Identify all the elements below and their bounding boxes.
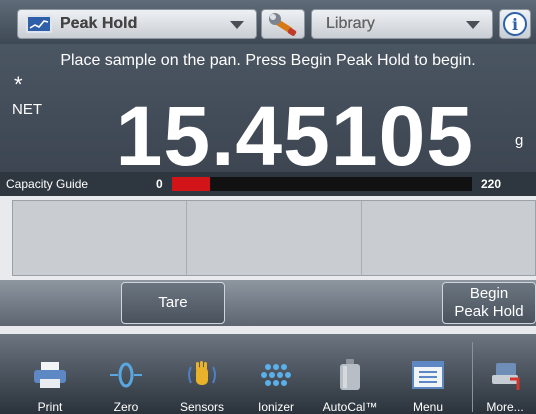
ionizer-label: Ionizer xyxy=(257,400,295,414)
chevron-down-icon xyxy=(466,21,480,29)
sensors-button[interactable]: Sensors xyxy=(180,334,224,414)
capacity-guide-label: Capacity Guide xyxy=(6,177,89,191)
more-icon xyxy=(487,358,523,392)
chevron-down-icon xyxy=(230,21,244,29)
info-icon: i xyxy=(503,12,527,36)
results-cell xyxy=(13,201,188,275)
results-grid xyxy=(12,200,536,276)
capacity-min: 0 xyxy=(156,177,163,191)
tare-button[interactable]: Tare xyxy=(121,282,225,324)
bottom-toolbar: Print Zero Sensors Ionizer AutoCal™ Menu… xyxy=(0,334,536,414)
menu-window-icon xyxy=(410,358,446,392)
capacity-bar xyxy=(172,177,472,191)
begin-label-line2: Peak Hold xyxy=(454,303,524,320)
balance-screen: Peak Hold Library i Place sample on the … xyxy=(0,0,536,414)
sensors-label: Sensors xyxy=(179,400,225,414)
zero-label: Zero xyxy=(113,400,139,414)
zero-icon xyxy=(108,358,144,392)
toolbar-divider xyxy=(472,342,473,412)
net-label: NET xyxy=(12,101,42,118)
instruction-text: Place sample on the pan. Press Begin Pea… xyxy=(60,52,476,69)
printer-icon xyxy=(32,358,68,392)
weight-reading: 15.45105 xyxy=(115,89,474,183)
results-cell xyxy=(362,201,535,275)
more-label: More... xyxy=(486,400,524,414)
capacity-guide: Capacity Guide 0 220 xyxy=(0,172,536,196)
info-button[interactable]: i xyxy=(499,9,531,39)
unit-label[interactable]: g xyxy=(515,132,523,149)
begin-label-line1: Begin xyxy=(469,285,509,302)
menu-label: Menu xyxy=(412,400,444,414)
weight-icon xyxy=(332,358,368,392)
more-button[interactable]: More... xyxy=(481,334,529,414)
application-dropdown[interactable]: Peak Hold xyxy=(17,9,257,39)
wrench-icon xyxy=(269,13,297,36)
tare-label: Tare xyxy=(158,294,188,311)
ionizer-icon xyxy=(258,358,294,392)
zero-button[interactable]: Zero xyxy=(104,334,148,414)
capacity-max: 220 xyxy=(481,177,502,191)
settings-button[interactable] xyxy=(261,9,305,39)
library-dropdown[interactable]: Library xyxy=(311,9,493,39)
print-label: Print xyxy=(37,400,63,414)
application-label: Peak Hold xyxy=(60,15,138,32)
autocal-label: AutoCal™ xyxy=(322,400,378,414)
begin-peak-hold-label: Begin Peak Hold xyxy=(454,285,523,321)
capacity-bar-fill xyxy=(172,177,210,191)
peak-chart-icon xyxy=(26,15,52,33)
results-cell xyxy=(187,201,362,275)
begin-peak-hold-button[interactable]: Begin Peak Hold xyxy=(442,282,536,324)
top-bar: Peak Hold Library i xyxy=(0,0,536,44)
menu-button[interactable]: Menu xyxy=(404,334,452,414)
action-row: Tare Begin Peak Hold xyxy=(0,280,536,326)
autocal-button[interactable]: AutoCal™ xyxy=(322,334,378,414)
library-label: Library xyxy=(326,15,375,32)
ionizer-button[interactable]: Ionizer xyxy=(254,334,298,414)
weighing-display: Place sample on the pan. Press Begin Pea… xyxy=(0,44,536,192)
print-button[interactable]: Print xyxy=(28,334,72,414)
stability-indicator: * xyxy=(14,72,23,97)
hand-sensor-icon xyxy=(184,358,220,392)
